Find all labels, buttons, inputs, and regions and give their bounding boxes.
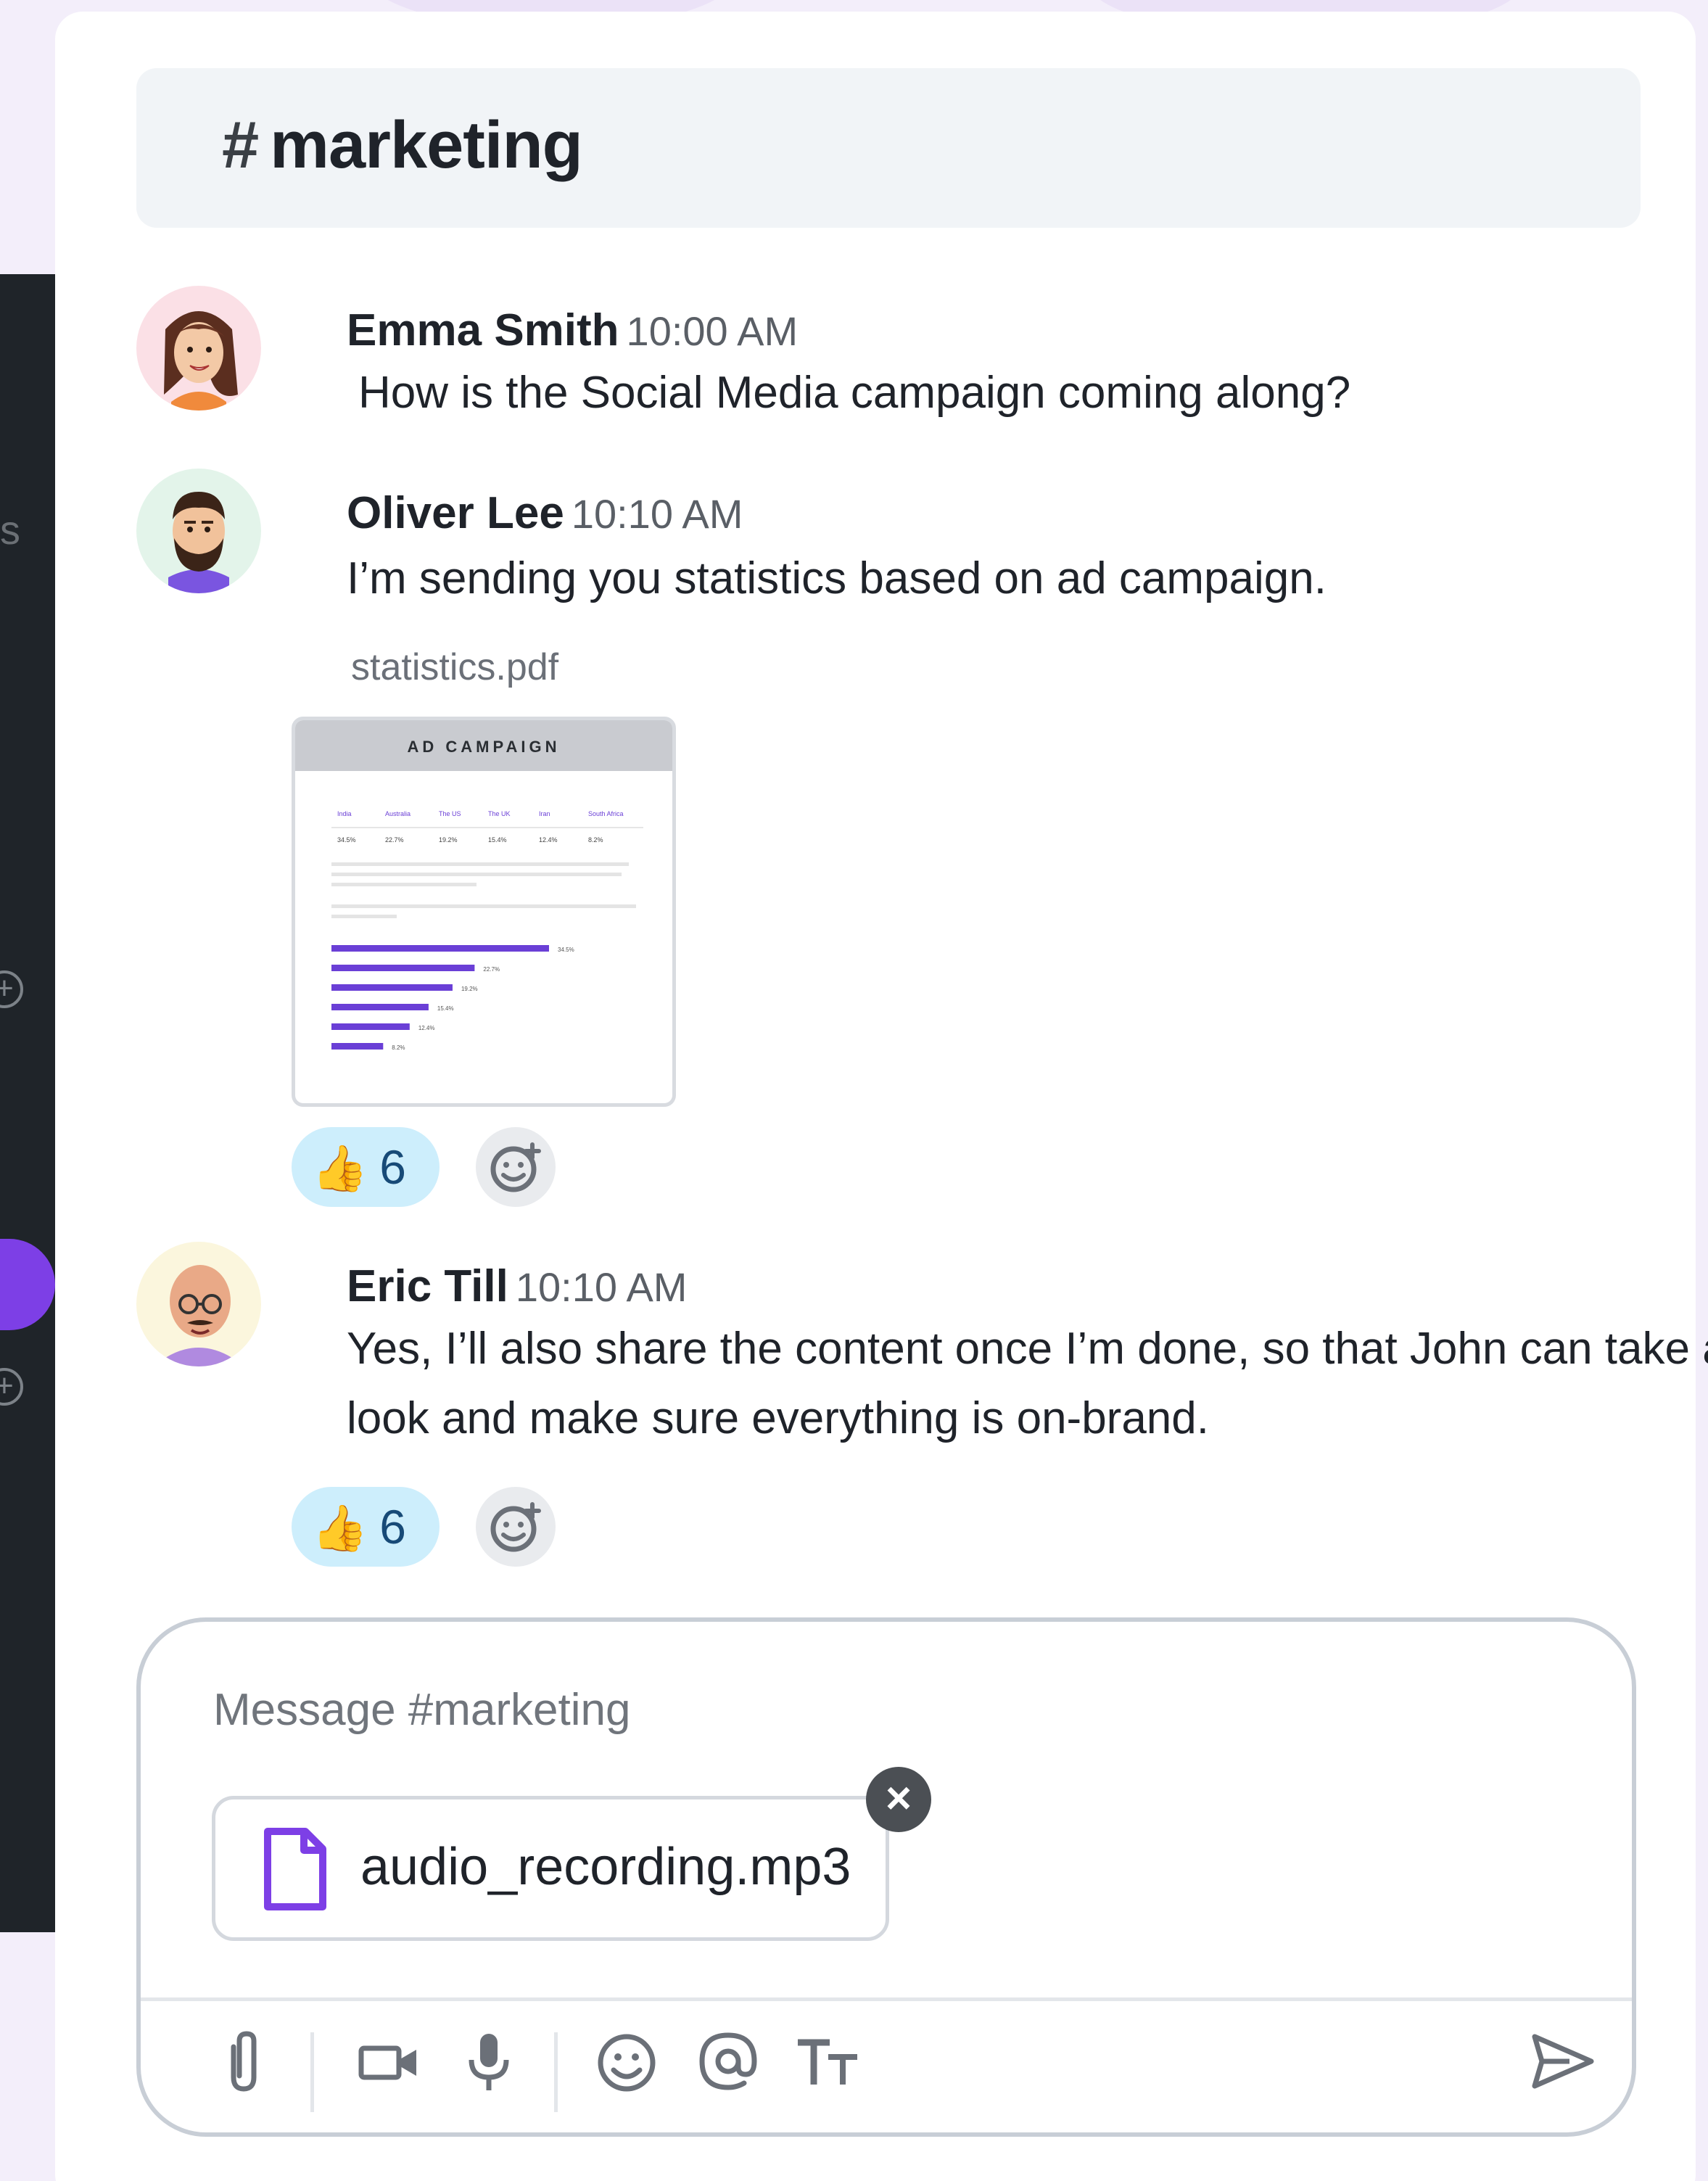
pdf-value-label: 15.4%: [488, 836, 507, 844]
pdf-bar-label: 34.5%: [558, 947, 574, 953]
pdf-column-label: Iran: [539, 810, 550, 817]
pdf-bar-label: 15.4%: [437, 1005, 454, 1012]
author-name[interactable]: Eric Till: [347, 1261, 508, 1311]
send-icon[interactable]: [1526, 2025, 1598, 2098]
add-reaction-button[interactable]: [476, 1127, 556, 1207]
bearded-man-avatar[interactable]: [136, 469, 261, 593]
pdf-bar-label: 8.2%: [392, 1044, 405, 1051]
message: Emma Smith 10:00 AM How is the Social Med…: [136, 286, 1587, 431]
pdf-value-label: 12.4%: [539, 836, 558, 844]
hash-icon: #: [222, 108, 259, 182]
message-header: Eric Till 10:10 AM: [347, 1261, 687, 1312]
at-sign-icon[interactable]: [692, 2025, 764, 2098]
message-text: I’m sending you statistics based on ad c…: [347, 553, 1327, 603]
file-icon: [264, 1828, 326, 1910]
channel-header: # marketing: [136, 68, 1641, 228]
remove-attachment-button[interactable]: ×: [866, 1767, 931, 1832]
sidebar-partial-text: s: [0, 507, 20, 553]
pdf-bar-label: 12.4%: [418, 1025, 435, 1031]
message-input[interactable]: Message #marketing: [213, 1684, 631, 1736]
pdf-column-label: The UK: [488, 810, 511, 817]
pdf-value-label: 34.5%: [337, 836, 356, 844]
microphone-icon[interactable]: [453, 2025, 525, 2098]
pdf-bar: [331, 1004, 429, 1010]
add-direct-message-icon[interactable]: +: [0, 1368, 23, 1406]
reaction-count: 6: [379, 1140, 406, 1194]
message-text: Yes, I’ll also share the content once I’…: [347, 1324, 1708, 1443]
pdf-column-label: South Africa: [588, 810, 624, 817]
channel-name: marketing: [270, 108, 583, 182]
message-time: 10:00 AM: [626, 308, 799, 354]
pdf-preview[interactable]: AD CAMPAIGN India Australia The US The UK Ir…: [292, 717, 676, 1107]
smiley-icon[interactable]: [590, 2025, 663, 2098]
pdf-preview-content: India Australia The US The UK Iran South Afri…: [331, 810, 643, 1051]
message: Eric Till 10:10 AM Yes, I’ll also share t…: [136, 1242, 1708, 1459]
pdf-value-label: 8.2%: [588, 836, 603, 844]
reaction-thumbs-up[interactable]: 👍 6: [292, 1487, 440, 1567]
pdf-column-label: Australia: [385, 810, 411, 817]
video-camera-icon[interactable]: [352, 2025, 425, 2098]
pdf-bar: [331, 945, 549, 952]
message-text: How is the Social Media campaign coming …: [358, 368, 1351, 418]
reaction-thumbs-up[interactable]: 👍 6: [292, 1127, 440, 1207]
toolbar-separator: [554, 2032, 558, 2112]
pdf-column-label: India: [337, 810, 352, 817]
pdf-bar: [331, 984, 453, 991]
pdf-column-label: The US: [439, 810, 461, 817]
add-emoji-icon: [490, 1502, 541, 1552]
sidebar-active-item[interactable]: [0, 1239, 55, 1330]
pdf-value-label: 22.7%: [385, 836, 404, 844]
add-emoji-icon: [490, 1142, 541, 1192]
add-channel-icon[interactable]: +: [0, 970, 23, 1008]
pdf-bar-label: 19.2%: [461, 986, 478, 992]
thumbs-up-icon: 👍: [312, 1144, 368, 1194]
woman-avatar[interactable]: [136, 286, 261, 411]
message-composer[interactable]: Message #marketing audio_recording.mp3 ×: [136, 1617, 1636, 2137]
bald-man-avatar[interactable]: [136, 1242, 261, 1366]
channel-title: # marketing: [222, 107, 583, 184]
paperclip-icon[interactable]: [206, 2025, 279, 2098]
thumbs-up-icon: 👍: [312, 1504, 368, 1554]
pdf-bar-label: 22.7%: [483, 966, 500, 973]
message-time: 10:10 AM: [571, 491, 743, 537]
attachment-name: audio_recording.mp3: [360, 1838, 851, 1896]
message-header: Emma Smith 10:00 AM: [347, 305, 798, 356]
attachment-file-name[interactable]: statistics.pdf: [351, 646, 558, 689]
message-header: Oliver Lee 10:10 AM: [347, 487, 743, 539]
attachment-chip[interactable]: audio_recording.mp3: [212, 1796, 889, 1941]
author-name[interactable]: Emma Smith: [347, 305, 619, 355]
pdf-preview-title: AD CAMPAIGN: [295, 720, 672, 771]
add-reaction-button[interactable]: [476, 1487, 556, 1567]
pdf-bar: [331, 1023, 410, 1030]
message-time: 10:10 AM: [515, 1264, 688, 1310]
toolbar-divider: [141, 1997, 1632, 2001]
pdf-value-label: 19.2%: [439, 836, 458, 844]
pdf-bar: [331, 1043, 384, 1050]
pdf-bar: [331, 965, 475, 971]
text-format-icon[interactable]: [792, 2025, 865, 2098]
reaction-count: 6: [379, 1500, 406, 1554]
author-name[interactable]: Oliver Lee: [347, 488, 564, 538]
toolbar-separator: [310, 2032, 314, 2112]
